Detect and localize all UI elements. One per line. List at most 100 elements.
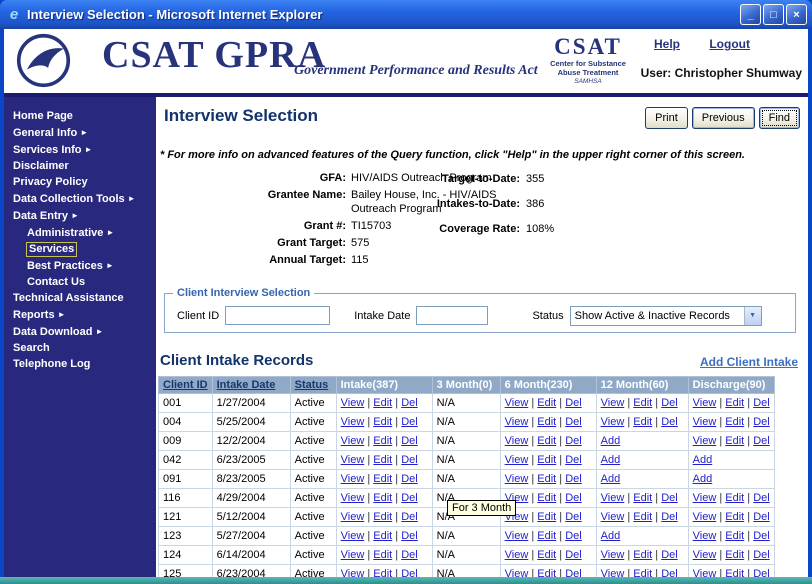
edit-link[interactable]: Edit [633,568,652,577]
sidebar-item-services-info[interactable]: Services Info ► [4,142,156,158]
edit-link[interactable]: Edit [725,397,744,409]
del-link[interactable]: Del [661,397,678,409]
edit-link[interactable]: Edit [725,549,744,561]
del-link[interactable]: Del [565,454,582,466]
sidebar-item-best-practices[interactable]: Best Practices ► [4,258,156,274]
add-link[interactable]: Add [601,530,621,542]
edit-link[interactable]: Edit [537,530,556,542]
edit-link[interactable]: Edit [725,568,744,577]
view-link[interactable]: View [693,492,717,504]
del-link[interactable]: Del [565,397,582,409]
edit-link[interactable]: Edit [373,549,392,561]
find-button[interactable]: Find [758,107,800,129]
view-link[interactable]: View [341,568,365,577]
edit-link[interactable]: Edit [633,511,652,523]
view-link[interactable]: View [341,549,365,561]
view-link[interactable]: View [693,435,717,447]
edit-link[interactable]: Edit [537,568,556,577]
del-link[interactable]: Del [753,492,770,504]
del-link[interactable]: Del [565,568,582,577]
edit-link[interactable]: Edit [537,473,556,485]
edit-link[interactable]: Edit [633,416,652,428]
sidebar-item-search[interactable]: Search [4,341,156,356]
del-link[interactable]: Del [753,397,770,409]
view-link[interactable]: View [693,549,717,561]
sidebar-item-administrative[interactable]: Administrative ► [4,225,156,241]
maximize-button[interactable]: □ [763,4,784,25]
del-link[interactable]: Del [661,568,678,577]
sidebar-item-data-entry[interactable]: Data Entry ► [4,208,156,224]
del-link[interactable]: Del [401,568,418,577]
view-link[interactable]: View [341,473,365,485]
help-link[interactable]: Help [654,37,680,51]
del-link[interactable]: Del [661,416,678,428]
del-link[interactable]: Del [753,549,770,561]
client-id-input[interactable] [225,306,331,325]
del-link[interactable]: Del [753,530,770,542]
view-link[interactable]: View [505,473,529,485]
sidebar-item-general-info[interactable]: General Info ► [4,125,156,141]
view-link[interactable]: View [341,530,365,542]
del-link[interactable]: Del [565,530,582,542]
edit-link[interactable]: Edit [373,530,392,542]
del-link[interactable]: Del [565,473,582,485]
del-link[interactable]: Del [661,549,678,561]
view-link[interactable]: View [341,435,365,447]
del-link[interactable]: Del [753,435,770,447]
sidebar-item-disclaimer[interactable]: Disclaimer [4,159,156,174]
del-link[interactable]: Del [401,454,418,466]
del-link[interactable]: Del [401,416,418,428]
view-link[interactable]: View [693,568,717,577]
del-link[interactable]: Del [565,511,582,523]
view-link[interactable]: View [505,454,529,466]
del-link[interactable]: Del [565,416,582,428]
edit-link[interactable]: Edit [725,416,744,428]
del-link[interactable]: Del [661,492,678,504]
edit-link[interactable]: Edit [373,568,392,577]
add-link[interactable]: Add [601,473,621,485]
view-link[interactable]: View [505,530,529,542]
edit-link[interactable]: Edit [537,435,556,447]
sidebar-item-data-collection-tools[interactable]: Data Collection Tools ► [4,191,156,207]
col-header-client-id[interactable]: Client ID [158,376,213,394]
del-link[interactable]: Del [565,492,582,504]
sidebar-item-services[interactable]: Services [4,242,156,257]
edit-link[interactable]: Edit [725,530,744,542]
edit-link[interactable]: Edit [725,435,744,447]
view-link[interactable]: View [341,454,365,466]
del-link[interactable]: Del [661,511,678,523]
sort-intake-date-link[interactable]: Intake Date [217,379,276,391]
view-link[interactable]: View [341,397,365,409]
view-link[interactable]: View [505,416,529,428]
sidebar-item-privacy-policy[interactable]: Privacy Policy [4,175,156,190]
del-link[interactable]: Del [401,492,418,504]
edit-link[interactable]: Edit [725,511,744,523]
view-link[interactable]: View [601,511,625,523]
del-link[interactable]: Del [401,511,418,523]
del-link[interactable]: Del [565,549,582,561]
previous-button[interactable]: Previous [691,107,755,129]
sort-client-id-link[interactable]: Client ID [163,379,208,391]
sidebar-item-home-page[interactable]: Home Page [4,109,156,124]
edit-link[interactable]: Edit [373,454,392,466]
view-link[interactable]: View [505,397,529,409]
view-link[interactable]: View [693,530,717,542]
del-link[interactable]: Del [753,416,770,428]
edit-link[interactable]: Edit [373,416,392,428]
col-header-intake-date[interactable]: Intake Date [211,376,291,394]
sidebar-item-technical-assistance[interactable]: Technical Assistance [4,291,156,306]
print-button[interactable]: Print [645,107,688,129]
view-link[interactable]: View [601,549,625,561]
edit-link[interactable]: Edit [373,511,392,523]
view-link[interactable]: View [505,435,529,447]
view-link[interactable]: View [505,568,529,577]
del-link[interactable]: Del [401,549,418,561]
view-link[interactable]: View [693,511,717,523]
view-link[interactable]: View [601,568,625,577]
edit-link[interactable]: Edit [373,492,392,504]
view-link[interactable]: View [601,397,625,409]
view-link[interactable]: View [693,397,717,409]
add-link[interactable]: Add [693,454,713,466]
sidebar-item-reports[interactable]: Reports ► [4,307,156,323]
edit-link[interactable]: Edit [633,492,652,504]
